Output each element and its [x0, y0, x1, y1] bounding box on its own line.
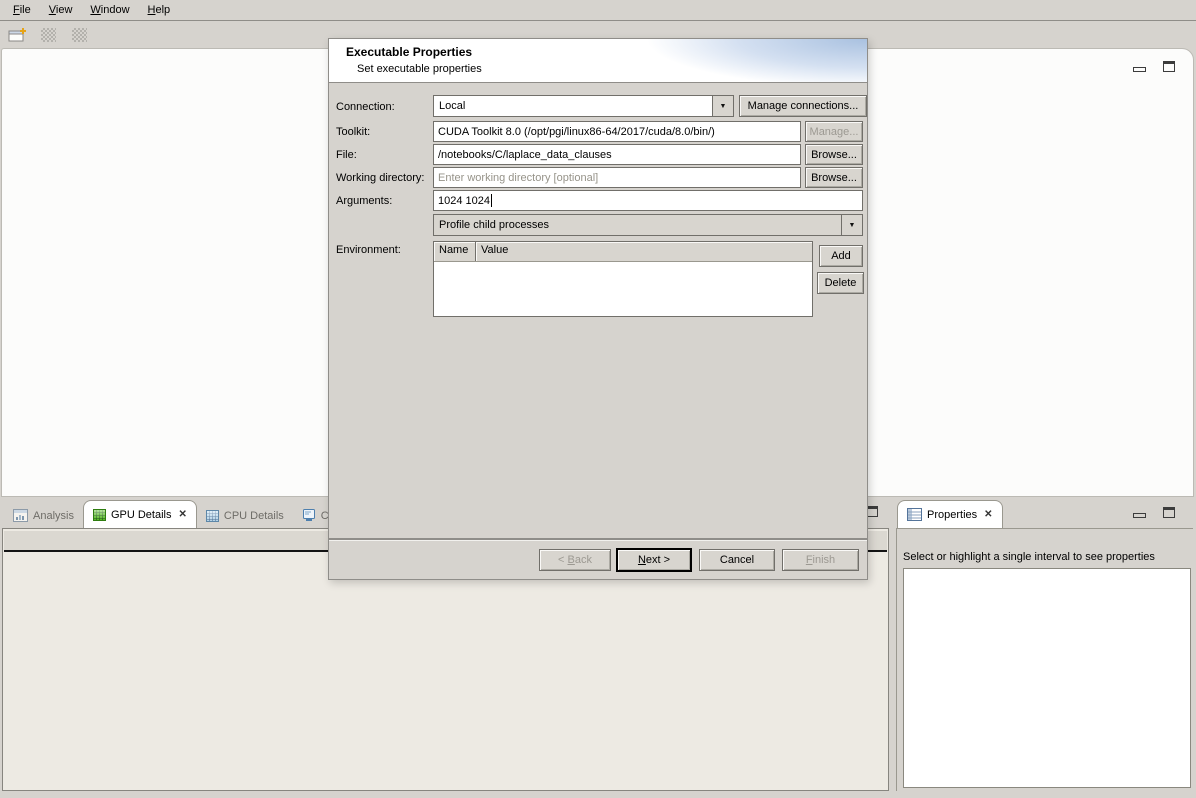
- browse-working-directory-button[interactable]: Browse...: [805, 167, 863, 188]
- working-directory-input[interactable]: Enter working directory [optional]: [433, 167, 801, 188]
- menu-bar: File View Window Help: [0, 0, 1196, 21]
- properties-message: Select or highlight a single interval to…: [903, 551, 1155, 563]
- working-directory-label: Working directory:: [336, 172, 424, 184]
- save-icon-disabled: [41, 28, 56, 42]
- tab-cpu-details[interactable]: CPU Details: [197, 503, 293, 528]
- connection-select[interactable]: Local ▼: [433, 95, 734, 117]
- executable-properties-dialog: Executable Properties Set executable pro…: [328, 38, 868, 580]
- properties-empty-box: [903, 568, 1191, 788]
- dialog-title: Executable Properties: [346, 45, 472, 59]
- cancel-label: Cancel: [720, 554, 754, 566]
- profile-children-value: Profile child processes: [439, 219, 549, 231]
- connection-label: Connection:: [336, 101, 395, 113]
- next-button[interactable]: Next >: [616, 548, 692, 572]
- banner-gradient: [607, 39, 867, 83]
- cpu-details-icon: [206, 510, 219, 522]
- next-label: Next >: [638, 554, 670, 566]
- application-window: File View Window Help: [0, 0, 1196, 798]
- dialog-banner: Executable Properties Set executable pro…: [329, 39, 867, 83]
- maximize-view-icon[interactable]: [1163, 61, 1175, 72]
- browse-working-directory-label: Browse...: [811, 172, 857, 184]
- menu-window[interactable]: Window: [81, 1, 138, 19]
- chevron-down-icon[interactable]: ▼: [712, 96, 733, 116]
- tab-properties-label: Properties: [927, 509, 977, 521]
- browse-file-button[interactable]: Browse...: [805, 144, 863, 165]
- back-button: < Back: [539, 549, 611, 571]
- minimize-view-icon[interactable]: [1133, 67, 1146, 72]
- file-input[interactable]: /notebooks/C/laplace_data_clauses: [433, 144, 801, 165]
- finish-label: Finish: [806, 554, 835, 566]
- tab-gpu-details[interactable]: GPU Details ✕: [83, 500, 197, 528]
- gpu-details-icon: [93, 509, 106, 521]
- save-session-button-disabled: [37, 25, 59, 45]
- environment-name-column[interactable]: Name: [434, 242, 476, 261]
- back-label: < Back: [558, 554, 592, 566]
- properties-panel: Properties ✕ Select or highlight a singl…: [896, 498, 1193, 792]
- minimize-properties-icon[interactable]: [1133, 513, 1146, 518]
- chevron-down-icon[interactable]: ▼: [841, 215, 862, 235]
- cancel-button[interactable]: Cancel: [699, 549, 775, 571]
- properties-tabbar: Properties ✕: [897, 498, 1003, 528]
- finish-button: Finish: [782, 549, 859, 571]
- arguments-label: Arguments:: [336, 195, 392, 207]
- save-as-icon-disabled: [72, 28, 87, 42]
- add-environment-button[interactable]: Add: [819, 245, 863, 267]
- manage-toolkit-button: Manage...: [805, 121, 863, 142]
- save-as-button-disabled: [68, 25, 90, 45]
- tab-gpu-details-label: GPU Details: [111, 509, 172, 521]
- environment-table-header: Name Value: [434, 242, 812, 262]
- manage-connections-button[interactable]: Manage connections...: [739, 95, 867, 117]
- connection-value: Local: [439, 100, 465, 112]
- menu-help[interactable]: Help: [139, 1, 180, 19]
- delete-environment-button[interactable]: Delete: [817, 272, 864, 294]
- file-value: /notebooks/C/laplace_data_clauses: [438, 149, 612, 161]
- working-directory-placeholder: Enter working directory [optional]: [438, 172, 598, 184]
- file-label: File:: [336, 149, 357, 161]
- environment-value-column[interactable]: Value: [476, 242, 812, 261]
- delete-environment-label: Delete: [825, 277, 857, 289]
- environment-label: Environment:: [336, 244, 401, 256]
- browse-file-label: Browse...: [811, 149, 857, 161]
- dialog-subtitle: Set executable properties: [357, 63, 482, 75]
- manage-toolkit-label: Manage...: [810, 126, 859, 138]
- menu-view[interactable]: View: [40, 1, 82, 19]
- tab-cpu-details-label: CPU Details: [224, 510, 284, 522]
- details-tabbar: Analysis GPU Details ✕ CPU Details Conso…: [4, 498, 370, 528]
- tab-analysis[interactable]: Analysis: [4, 503, 83, 528]
- toolkit-value: CUDA Toolkit 8.0 (/opt/pgi/linux86-64/20…: [438, 126, 715, 138]
- profile-children-select[interactable]: Profile child processes ▼: [433, 214, 863, 236]
- properties-icon: [907, 508, 922, 521]
- environment-table[interactable]: Name Value: [433, 241, 813, 317]
- menu-file[interactable]: File: [4, 1, 40, 19]
- console-icon: [302, 509, 316, 522]
- close-tab-icon[interactable]: ✕: [984, 509, 992, 520]
- toolkit-input[interactable]: CUDA Toolkit 8.0 (/opt/pgi/linux86-64/20…: [433, 121, 801, 142]
- toolkit-label: Toolkit:: [336, 126, 370, 138]
- tab-analysis-label: Analysis: [33, 510, 74, 522]
- close-tab-icon[interactable]: ✕: [179, 509, 187, 520]
- text-caret: [491, 194, 492, 207]
- new-session-button[interactable]: [6, 25, 28, 45]
- properties-view: Select or highlight a single interval to…: [896, 528, 1193, 791]
- manage-connections-label: Manage connections...: [748, 100, 859, 112]
- arguments-value: 1024 1024: [438, 195, 490, 207]
- maximize-properties-icon[interactable]: [1163, 507, 1175, 518]
- arguments-input[interactable]: 1024 1024: [433, 190, 863, 211]
- new-session-icon: [8, 27, 27, 43]
- analysis-icon: [13, 509, 28, 522]
- add-environment-label: Add: [831, 250, 851, 262]
- dialog-separator: [329, 538, 867, 540]
- tab-properties[interactable]: Properties ✕: [897, 500, 1003, 528]
